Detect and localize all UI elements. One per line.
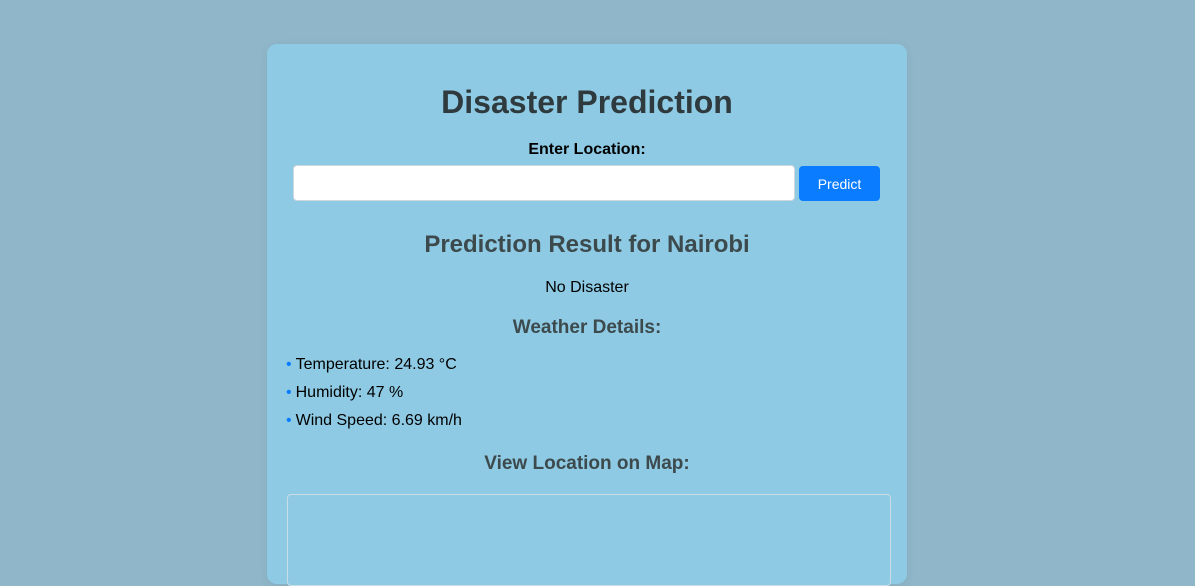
weather-details-list: • Temperature: 24.93 °C • Humidity: 47 %… [286, 356, 462, 440]
prediction-card: Disaster Prediction Enter Location: Pred… [267, 44, 907, 586]
page-title: Disaster Prediction [441, 84, 733, 120]
bullet-icon: • [286, 384, 292, 401]
location-input[interactable] [293, 165, 795, 201]
list-item: • Humidity: 47 % [286, 384, 462, 412]
temperature-text: Temperature: 24.93 °C [295, 356, 457, 373]
result-value: No Disaster [545, 279, 629, 296]
wind-speed-text: Wind Speed: 6.69 km/h [295, 412, 462, 429]
bullet-icon: • [286, 412, 292, 429]
list-item: • Temperature: 24.93 °C [286, 356, 462, 384]
humidity-text: Humidity: 47 % [295, 384, 404, 401]
weather-details-title: Weather Details: [512, 317, 662, 338]
map-title: View Location on Map: [484, 453, 690, 474]
map-container[interactable] [287, 494, 891, 586]
predict-button[interactable]: Predict [799, 166, 880, 201]
result-title: Prediction Result for Nairobi [424, 231, 750, 258]
bullet-icon: • [286, 356, 292, 373]
list-item: • Wind Speed: 6.69 km/h [286, 412, 462, 440]
location-label: Enter Location: [528, 141, 646, 158]
